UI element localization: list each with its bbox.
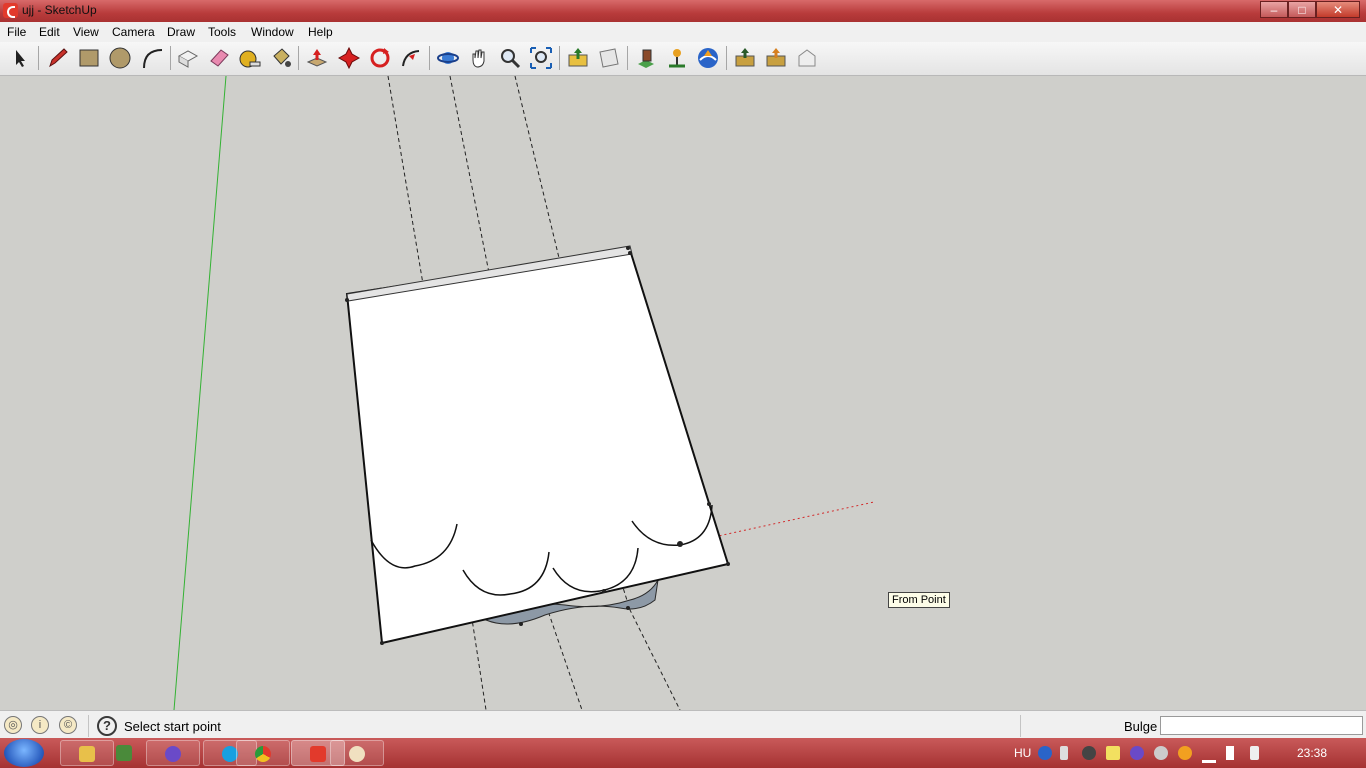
move-icon[interactable] (337, 46, 361, 70)
measurements-input[interactable] (1160, 716, 1363, 735)
c-app-icon (165, 746, 181, 762)
circle-icon[interactable] (108, 46, 132, 70)
main-toolbar (0, 42, 1366, 76)
menu-edit[interactable]: Edit (39, 25, 60, 39)
menu-tools[interactable]: Tools (208, 25, 236, 39)
volume-tray-icon[interactable] (1250, 746, 1259, 760)
taskbar: HU 23:38 (0, 738, 1366, 768)
steam-tray-icon[interactable] (1082, 746, 1096, 760)
make-component-icon[interactable] (176, 46, 200, 70)
toolbar-separator (170, 46, 171, 70)
green-axis (173, 76, 227, 710)
menu-view[interactable]: View (73, 25, 99, 39)
menu-camera[interactable]: Camera (112, 25, 155, 39)
toolbar-separator (298, 46, 299, 70)
geo-location-icon[interactable]: ◎ (4, 716, 22, 734)
get-3d-models-icon[interactable] (764, 46, 788, 70)
minimize-button[interactable]: – (1260, 1, 1288, 18)
toolbar-separator (429, 46, 430, 70)
toolbar-separator (726, 46, 727, 70)
folder-icon (79, 746, 95, 762)
toolbar-separator (627, 46, 628, 70)
menu-help[interactable]: Help (308, 25, 333, 39)
clock[interactable]: 23:38 (1297, 746, 1327, 760)
title-bar: ujj - SketchUp – □ ✕ (0, 0, 1366, 22)
paint-bucket-icon[interactable] (269, 46, 293, 70)
rotate-icon[interactable] (368, 46, 392, 70)
cube-app-icon (116, 745, 132, 761)
push-pull-icon[interactable] (305, 46, 329, 70)
update-tray-icon[interactable] (1178, 746, 1192, 760)
menu-draw[interactable]: Draw (167, 25, 195, 39)
pencil-icon[interactable] (46, 46, 70, 70)
close-button[interactable]: ✕ (1316, 1, 1360, 18)
select-icon[interactable] (8, 46, 32, 70)
menu-bar: File Edit View Camera Draw Tools Window … (0, 22, 1366, 42)
measurements-label: Bulge (1124, 719, 1158, 734)
share-model-icon[interactable] (597, 46, 621, 70)
arc-icon[interactable] (140, 46, 164, 70)
get-models-icon[interactable] (566, 46, 590, 70)
toggle-terrain-icon[interactable] (696, 46, 720, 70)
zoom-extents-icon[interactable] (529, 46, 553, 70)
status-separator (1020, 715, 1021, 737)
taskbar-app-c[interactable] (146, 740, 200, 766)
language-indicator[interactable]: HU (1014, 746, 1031, 760)
notes-tray-icon[interactable] (1106, 746, 1120, 760)
maximize-button[interactable]: □ (1288, 1, 1316, 18)
wall-face[interactable] (345, 248, 730, 645)
zoom-icon[interactable] (498, 46, 522, 70)
status-message: Select start point (124, 719, 221, 734)
credits-icon[interactable]: i (31, 716, 49, 734)
window-controls: – □ ✕ (1260, 1, 1360, 18)
help-tray-icon[interactable] (1038, 746, 1052, 760)
keyboard-tray-icon[interactable] (1060, 746, 1068, 760)
window-title: ujj - SketchUp (22, 3, 97, 17)
follow-me-icon[interactable] (399, 46, 423, 70)
status-bar: ◎ i © ? Select start point Bulge (0, 710, 1366, 739)
tape-measure-icon[interactable] (238, 46, 262, 70)
drawing-viewport[interactable]: From Point (0, 76, 1366, 710)
network-tray-icon[interactable] (1154, 746, 1168, 760)
menu-file[interactable]: File (7, 25, 26, 39)
preview-google-earth-icon[interactable] (634, 46, 658, 70)
chrome-icon (255, 746, 271, 762)
taskbar-paint[interactable] (330, 740, 384, 766)
paint-icon (349, 746, 365, 762)
start-button[interactable] (4, 739, 44, 767)
red-inference-line (699, 501, 875, 541)
toolbar-separator (38, 46, 39, 70)
sketchup-icon (310, 746, 326, 762)
flag-tray-icon[interactable] (1226, 746, 1234, 760)
toolbar-separator (559, 46, 560, 70)
help-icon[interactable]: ? (97, 716, 117, 736)
get-photo-texture-icon[interactable] (733, 46, 757, 70)
inference-tooltip: From Point (888, 592, 950, 608)
signal-tray-icon[interactable] (1202, 746, 1216, 763)
orbit-icon[interactable] (436, 46, 460, 70)
user-account-icon[interactable]: © (59, 716, 77, 734)
menu-window[interactable]: Window (251, 25, 294, 39)
share-component-icon[interactable] (795, 46, 819, 70)
pan-icon[interactable] (467, 46, 491, 70)
taskbar-chrome[interactable] (236, 740, 290, 766)
model-canvas[interactable] (0, 76, 1366, 710)
sketchup-app-icon (3, 3, 18, 18)
add-location-icon[interactable] (665, 46, 689, 70)
taskbar-minecraft[interactable] (98, 740, 152, 766)
eraser-icon[interactable] (207, 46, 231, 70)
status-separator (88, 715, 89, 737)
c-tray-icon[interactable] (1130, 746, 1144, 760)
rectangle-icon[interactable] (77, 46, 101, 70)
